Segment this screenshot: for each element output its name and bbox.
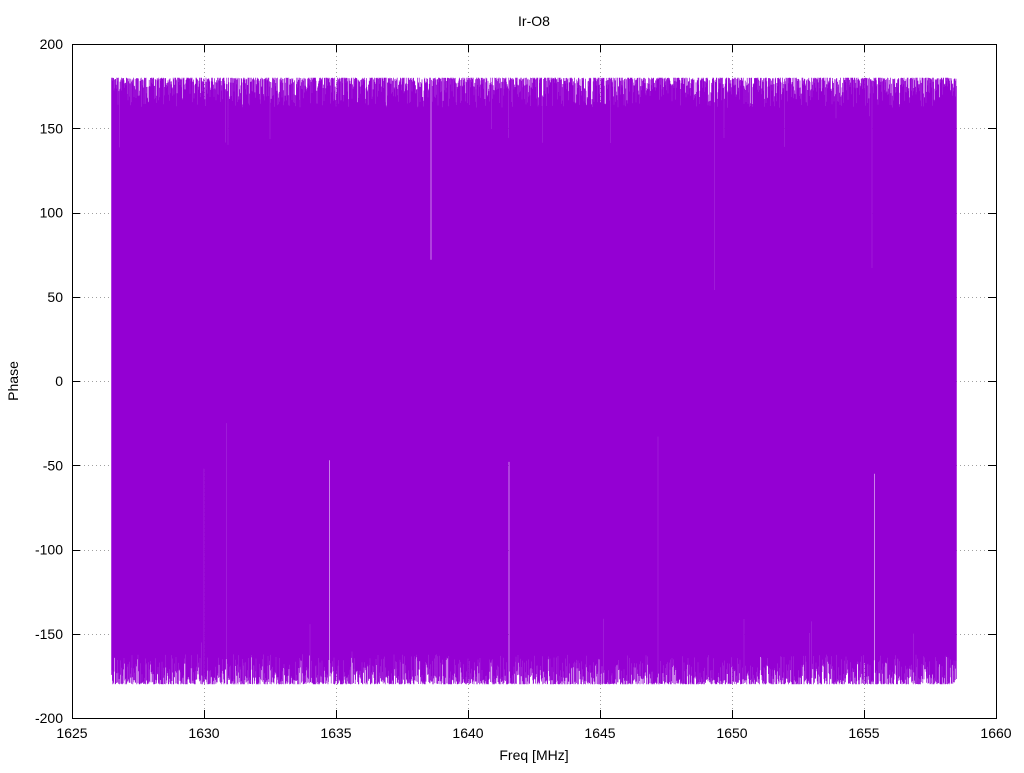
chart-svg: 1625 1630 1635 1640 1645 1650 1655 1660 200 150 10… [0, 0, 1024, 768]
x-axis-label: Freq [MHz] [499, 747, 568, 763]
y-tick-label: 200 [40, 36, 64, 52]
y-tick-label: -150 [35, 626, 63, 642]
phase-chart: 1625 1630 1635 1640 1645 1650 1655 1660 200 150 10… [0, 0, 1024, 768]
y-tick-label: 50 [47, 289, 63, 305]
x-tick-label: 1625 [56, 725, 87, 741]
y-tick-label: -200 [35, 710, 63, 726]
y-tick-label: -50 [43, 457, 63, 473]
x-tick-label: 1645 [584, 725, 615, 741]
x-tick-label: 1655 [848, 725, 879, 741]
y-tick-label: -100 [35, 542, 63, 558]
x-tick-label: 1660 [980, 725, 1011, 741]
y-tick-label: 0 [55, 373, 63, 389]
x-tick-label: 1630 [188, 725, 219, 741]
data-layer [111, 77, 957, 685]
phase-series-line [111, 77, 957, 685]
x-tick-label: 1640 [452, 725, 483, 741]
y-tick-label: 150 [40, 120, 64, 136]
x-tick-label: 1650 [716, 725, 747, 741]
y-tick-label: 100 [40, 205, 64, 221]
y-axis-label: Phase [5, 361, 21, 401]
chart-title: Ir-O8 [518, 13, 550, 29]
x-tick-label: 1635 [320, 725, 351, 741]
